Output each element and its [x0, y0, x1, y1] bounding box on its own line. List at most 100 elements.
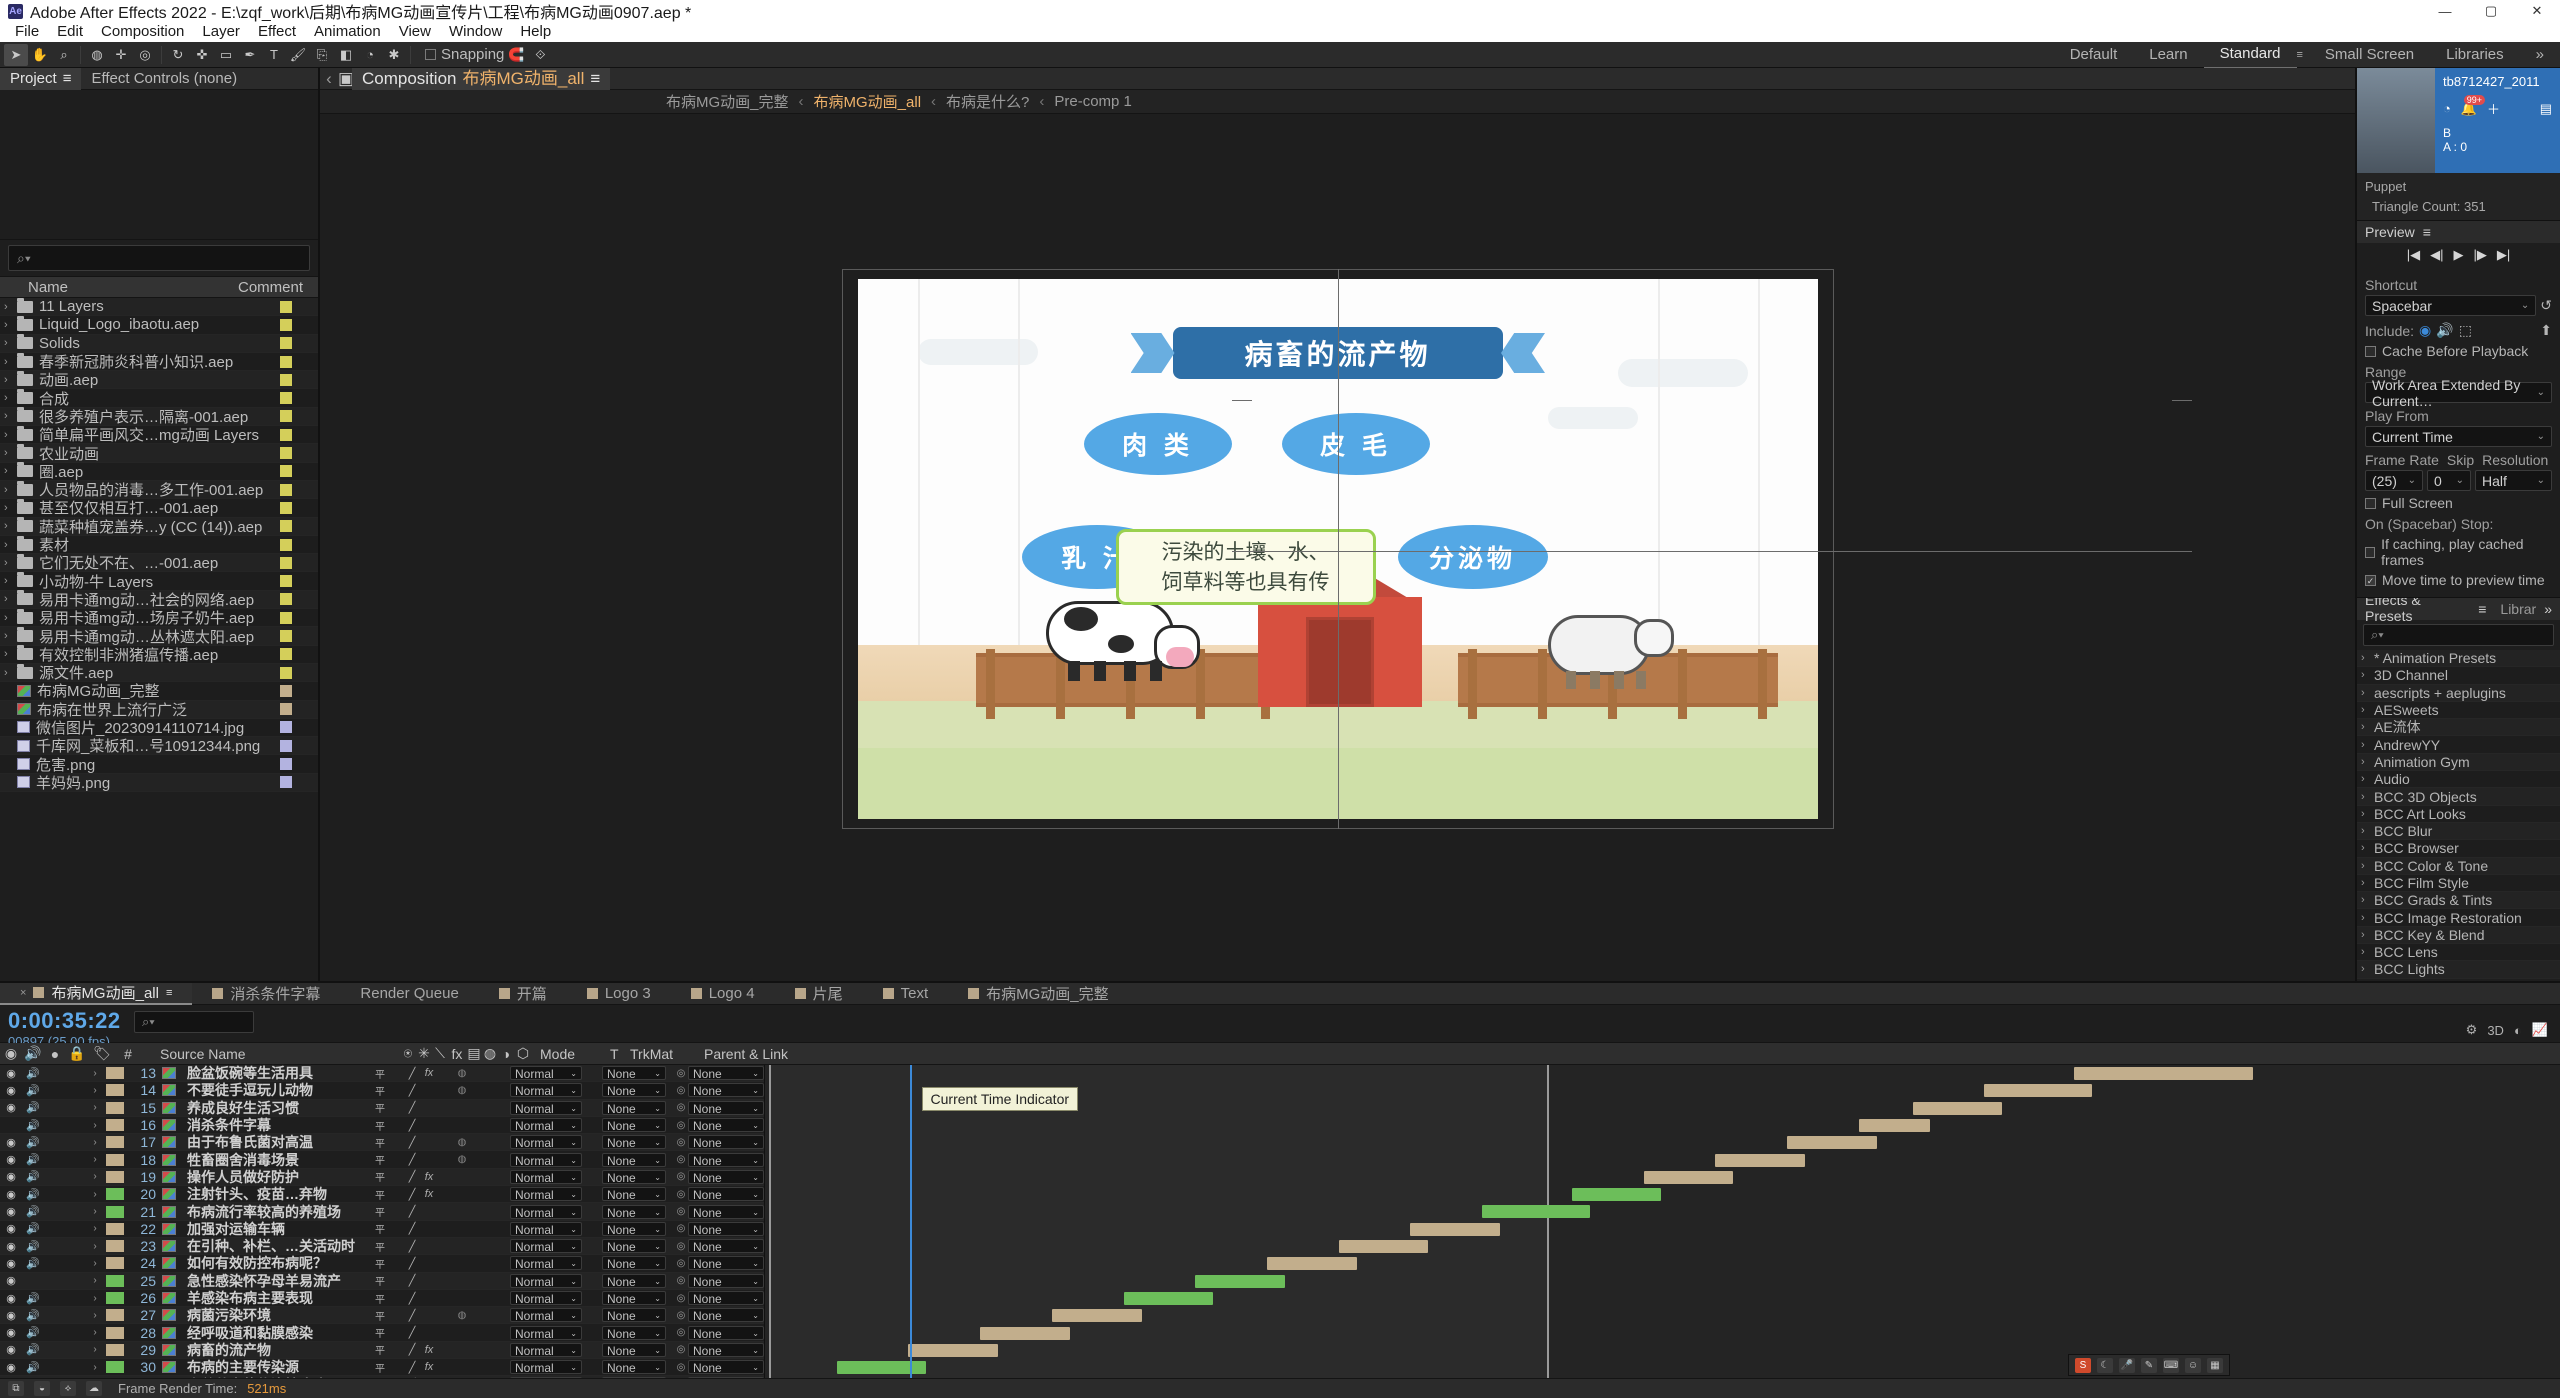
layer-trkmat-select[interactable]: None⌄: [602, 1325, 666, 1341]
layer-shy-icon[interactable]: 平: [372, 1083, 388, 1098]
disclosure-icon[interactable]: ›: [2361, 825, 2374, 837]
col-audio-icon[interactable]: 🔊: [22, 1045, 44, 1062]
effect-category[interactable]: › BCC Browser: [2357, 840, 2560, 858]
full-screen-row[interactable]: Full Screen: [2365, 495, 2552, 511]
layer-quality-icon[interactable]: ╱: [404, 1119, 420, 1132]
layer-parent-select[interactable]: None⌄: [688, 1083, 764, 1098]
effect-category[interactable]: › * Animation Presets: [2357, 650, 2560, 668]
parent-pickwhip-icon[interactable]: ◎: [674, 1068, 688, 1079]
timeline-layer-row[interactable]: ◉ 🔊 › 28 经呼吸道和黏膜感染平 ╱ Normal ⌄ None ⌄ ◎ None ⌄: [0, 1324, 764, 1342]
effect-category[interactable]: › Animation Gym: [2357, 753, 2560, 772]
layer-quality-icon[interactable]: ╱: [404, 1309, 420, 1322]
close-button[interactable]: ✕: [2514, 0, 2560, 22]
close-icon[interactable]: ×: [20, 987, 26, 999]
layer-duration-bar[interactable]: [908, 1343, 999, 1357]
account-card[interactable]: tb8712427_2011 ◔ 🔔 99+ ＋ ▤ B A : 0: [2435, 68, 2560, 173]
layer-parent-select[interactable]: None⌄: [688, 1256, 764, 1271]
layer-shy-icon[interactable]: 平: [372, 1239, 388, 1254]
parent-pickwhip-icon[interactable]: ◎: [674, 1362, 688, 1373]
layer-shy-icon[interactable]: 平: [372, 1152, 388, 1167]
timeline-layer-row[interactable]: ◉ 🔊 › 30 布病的主要传染源平 ╱ fx Normal ⌄ None ⌄ ◎ None ⌄: [0, 1359, 764, 1377]
project-item[interactable]: › Liquid_Logo_ibaotu.aep: [0, 315, 318, 335]
project-item-label[interactable]: [280, 447, 292, 460]
timeline-layer-row[interactable]: ◉ 🔊 › 26 羊感染布病主要表现平 ╱ Normal ⌄ None ⌄ ◎ None ⌄: [0, 1289, 764, 1308]
project-item-label[interactable]: [280, 593, 292, 606]
disclosure-icon[interactable]: ›: [4, 484, 17, 496]
tab-effects-presets[interactable]: Effects & Presets: [2365, 598, 2471, 626]
layer-parent-select[interactable]: None⌄: [688, 1187, 764, 1202]
col-lock-icon[interactable]: 🔒: [66, 1045, 88, 1062]
sogou-ime-icon[interactable]: S: [2075, 1357, 2091, 1373]
layer-label-swatch[interactable]: [106, 1153, 124, 1166]
snapping-toggle[interactable]: Snapping: [425, 46, 504, 63]
layer-quality-icon[interactable]: ╱: [404, 1205, 420, 1218]
project-item-label[interactable]: [280, 666, 292, 679]
disclosure-icon[interactable]: ›: [2361, 721, 2374, 733]
puppet-tool[interactable]: ✱: [382, 44, 406, 66]
col-number-icon[interactable]: #: [116, 1046, 140, 1062]
layer-fx-icon[interactable]: fx: [420, 1171, 438, 1183]
frame-blend-toggle-icon[interactable]: ◒: [34, 1381, 50, 1396]
layer-duration-bar[interactable]: [1482, 1205, 1590, 1219]
disclosure-icon[interactable]: ›: [4, 575, 17, 587]
timeline-layer-row[interactable]: ◉ 🔊 › 29 病畜的流产物平 ╱ fx Normal ⌄ None ⌄ ◎ None ⌄: [0, 1341, 764, 1360]
parent-pickwhip-icon[interactable]: ◎: [674, 1206, 688, 1217]
toggle-switches-modes-icon[interactable]: ⧉: [8, 1381, 24, 1396]
disclosure-icon[interactable]: ›: [4, 319, 17, 331]
parent-pickwhip-icon[interactable]: ◎: [674, 1102, 688, 1113]
parent-pickwhip-icon[interactable]: ◎: [674, 1154, 688, 1165]
effect-category[interactable]: › BCC Key & Blend: [2357, 926, 2560, 945]
motion-blur-toggle-icon[interactable]: ☁: [86, 1381, 102, 1396]
menu-item-window[interactable]: Window: [440, 22, 511, 42]
ime-emoji-icon[interactable]: ☺: [2185, 1357, 2201, 1373]
parent-pickwhip-icon[interactable]: ◎: [674, 1171, 688, 1182]
layer-quality-icon[interactable]: ╱: [404, 1067, 420, 1080]
layer-mode-select[interactable]: Normal⌄: [510, 1135, 582, 1150]
layer-disclosure-icon[interactable]: ›: [88, 1154, 102, 1165]
layer-shy-icon[interactable]: 平: [372, 1221, 388, 1236]
layer-fx-icon[interactable]: fx: [420, 1361, 438, 1373]
timeline-tab-5[interactable]: Logo 4: [671, 983, 775, 1005]
timeline-tab-6[interactable]: 片尾: [775, 983, 863, 1005]
disclosure-icon[interactable]: ›: [4, 630, 17, 642]
rotation-tool[interactable]: ↻: [166, 44, 190, 66]
layer-label-swatch[interactable]: [106, 1292, 124, 1304]
layer-shy-icon[interactable]: 平: [372, 1273, 388, 1288]
maximize-button[interactable]: ▢: [2468, 0, 2514, 22]
layer-video-toggle[interactable]: ◉: [0, 1205, 22, 1218]
panel-menu-icon[interactable]: ≡: [166, 987, 172, 999]
layer-duration-bar[interactable]: [1123, 1291, 1214, 1305]
layer-disclosure-icon[interactable]: ›: [88, 1362, 102, 1373]
workspace-default[interactable]: Default: [2054, 42, 2134, 68]
layer-video-toggle[interactable]: ◉: [0, 1170, 22, 1183]
layer-quality-icon[interactable]: ╱: [404, 1274, 420, 1287]
project-item-label[interactable]: [280, 556, 292, 569]
layer-label-swatch[interactable]: [106, 1326, 124, 1339]
ime-pen-icon[interactable]: ✎: [2141, 1357, 2157, 1373]
disclosure-icon[interactable]: ›: [2361, 860, 2374, 872]
layer-trkmat-select[interactable]: None⌄: [602, 1360, 666, 1375]
panel-menu-icon[interactable]: ≡: [63, 68, 72, 90]
layer-quality-icon[interactable]: ╱: [404, 1326, 420, 1339]
layer-quality-icon[interactable]: ╱: [404, 1222, 420, 1235]
layer-trkmat-select[interactable]: None⌄: [602, 1342, 666, 1358]
col-t[interactable]: T: [610, 1046, 630, 1062]
layer-parent-select[interactable]: None⌄: [688, 1308, 764, 1323]
account-icon-3[interactable]: ＋: [2487, 99, 2500, 118]
layer-parent-select[interactable]: None⌄: [688, 1291, 764, 1306]
layer-disclosure-icon[interactable]: ›: [88, 1293, 102, 1304]
parent-pickwhip-icon[interactable]: ◎: [674, 1293, 688, 1304]
layer-label-swatch[interactable]: [106, 1205, 124, 1218]
layer-fx-icon[interactable]: fx: [420, 1344, 438, 1356]
col-parent[interactable]: Parent & Link: [704, 1046, 794, 1062]
layer-duration-bar[interactable]: [1715, 1153, 1805, 1167]
lock-icon[interactable]: ▣: [338, 69, 354, 89]
disclosure-icon[interactable]: ›: [4, 502, 17, 514]
layer-audio-toggle[interactable]: 🔊: [22, 1136, 44, 1149]
layer-video-toggle[interactable]: ◉: [0, 1153, 22, 1166]
layer-label-swatch[interactable]: [106, 1361, 124, 1374]
timeline-tab-7[interactable]: Text: [863, 983, 949, 1005]
ime-moon-icon[interactable]: ☾: [2097, 1357, 2113, 1373]
project-item-label[interactable]: [280, 392, 292, 405]
disclosure-icon[interactable]: ›: [4, 648, 17, 660]
